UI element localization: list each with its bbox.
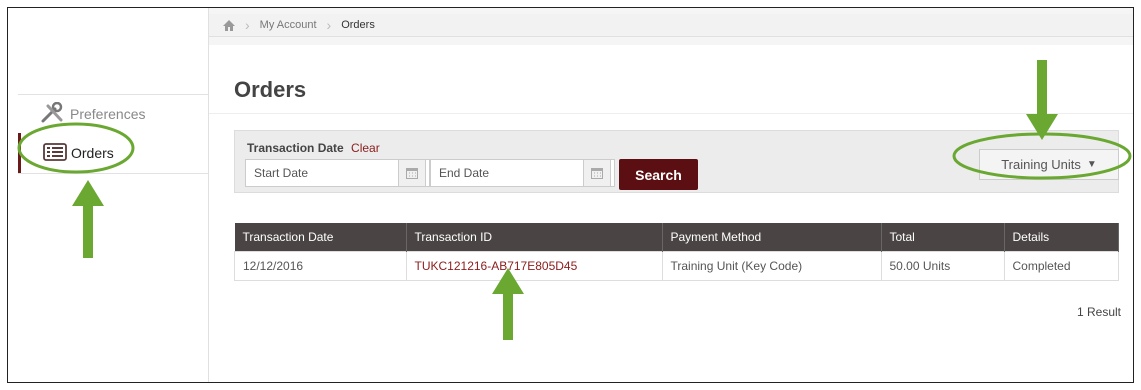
sidebar-divider [18,173,208,174]
cell-details: Completed [1003,251,1119,281]
col-details[interactable]: Details [1004,223,1119,252]
screenshot-frame: Preferences Orders › My Account › Orders… [7,7,1134,383]
cell-payment-method: Training Unit (Key Code) [661,251,882,281]
clear-link[interactable]: Clear [351,141,380,155]
calendar-icon[interactable] [398,159,426,187]
tools-icon [40,101,70,127]
training-units-dropdown[interactable]: Training Units ▼ [979,149,1119,180]
title-divider [209,113,1133,114]
list-icon [43,142,71,164]
calendar-icon[interactable] [583,159,611,187]
transaction-id-link[interactable]: TUKC121216-AB717E805D45 [405,251,663,281]
breadcrumb-separator: › [326,17,332,33]
table-row: 12/12/2016 TUKC121216-AB717E805D45 Train… [234,251,1119,281]
cell-transaction-date: 12/12/2016 [234,251,407,281]
col-payment-method[interactable]: Payment Method [662,223,882,252]
filter-panel: Transaction Date Clear Start Date End Da… [234,130,1119,193]
result-count: 1 Result [1076,305,1121,319]
cell-total: 50.00 Units [880,251,1005,281]
breadcrumb: › My Account › Orders [209,14,1133,37]
sidebar-item-orders[interactable]: Orders [18,133,208,173]
breadcrumb-my-account[interactable]: My Account [260,19,317,31]
search-button[interactable]: Search [619,159,698,190]
col-transaction-id[interactable]: Transaction ID [406,223,663,252]
sidebar-item-label: Preferences [70,106,146,122]
caret-down-icon: ▼ [1086,159,1097,170]
content-area: Orders Transaction Date Clear Start Date… [209,45,1133,382]
orders-table: Transaction Date Transaction ID Payment … [234,223,1119,281]
col-transaction-date[interactable]: Transaction Date [234,223,407,252]
filter-label: Transaction Date Clear [247,141,380,155]
sidebar-item-label: Orders [71,145,114,161]
sidebar: Preferences Orders [8,8,208,382]
home-icon[interactable] [223,19,235,31]
breadcrumb-separator: › [245,17,250,33]
page-title: Orders [234,77,307,102]
sidebar-item-preferences[interactable]: Preferences [18,94,208,134]
training-units-label: Training Units [1001,157,1081,172]
table-header-row: Transaction Date Transaction ID Payment … [234,223,1119,252]
breadcrumb-orders: Orders [341,19,375,31]
col-total[interactable]: Total [881,223,1005,252]
transaction-date-label: Transaction Date [247,141,344,155]
main-panel: › My Account › Orders Orders Transaction… [208,8,1133,382]
